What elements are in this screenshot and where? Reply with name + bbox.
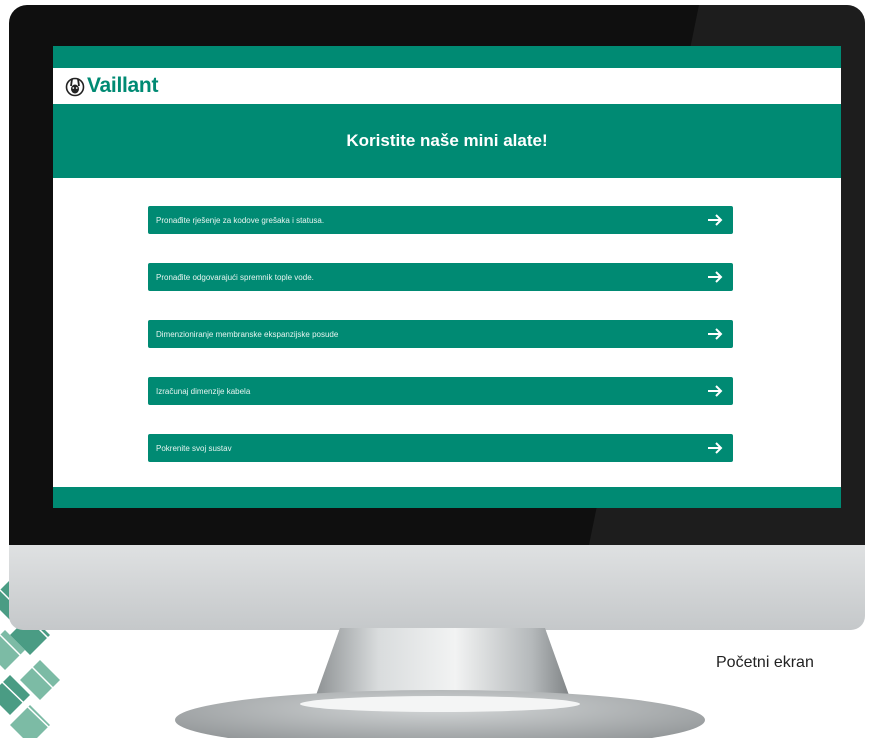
tool-expansion-vessel-button[interactable]: Dimenzioniranje membranske ekspanzijske …: [148, 320, 733, 348]
app-screen: Vaillant Koristite naše mini alate! Pron…: [53, 46, 841, 508]
arrow-right-icon: [708, 385, 723, 397]
bottom-strip: [53, 487, 841, 508]
hare-logo-icon: [65, 77, 85, 97]
monitor-bezel: Vaillant Koristite naše mini alate! Pron…: [9, 5, 865, 545]
tool-label: Pronađite odgovarajući spremnik tople vo…: [156, 272, 314, 282]
caption: Početni ekran: [716, 654, 814, 671]
tool-water-tank-button[interactable]: Pronađite odgovarajući spremnik tople vo…: [148, 263, 733, 291]
brand-name: Vaillant: [87, 74, 159, 97]
tool-cable-dimension-button[interactable]: Izračunaj dimenzije kabela: [148, 377, 733, 405]
tool-label: Dimenzioniranje membranske ekspanzijske …: [156, 329, 339, 339]
tool-label: Pokrenite svoj sustav: [156, 443, 232, 453]
tool-list: Pronađite rješenje za kodove grešaka i s…: [148, 206, 733, 491]
page-title: Koristite naše mini alate!: [346, 131, 548, 150]
tool-label: Izračunaj dimenzije kabela: [156, 386, 251, 396]
tool-error-codes-button[interactable]: Pronađite rješenje za kodove grešaka i s…: [148, 206, 733, 234]
monitor-stand-base: [175, 690, 705, 738]
arrow-right-icon: [708, 328, 723, 340]
tool-start-system-button[interactable]: Pokrenite svoj sustav: [148, 434, 733, 462]
arrow-right-icon: [708, 214, 723, 226]
top-strip: [53, 46, 841, 68]
hero-banner: Koristite naše mini alate!: [53, 104, 841, 178]
tool-label: Pronađite rješenje za kodove grešaka i s…: [156, 215, 325, 225]
brand-logo[interactable]: Vaillant: [65, 72, 158, 100]
header: Vaillant: [53, 68, 841, 104]
monitor-chin: [9, 545, 865, 630]
arrow-right-icon: [708, 271, 723, 283]
arrow-right-icon: [708, 442, 723, 454]
